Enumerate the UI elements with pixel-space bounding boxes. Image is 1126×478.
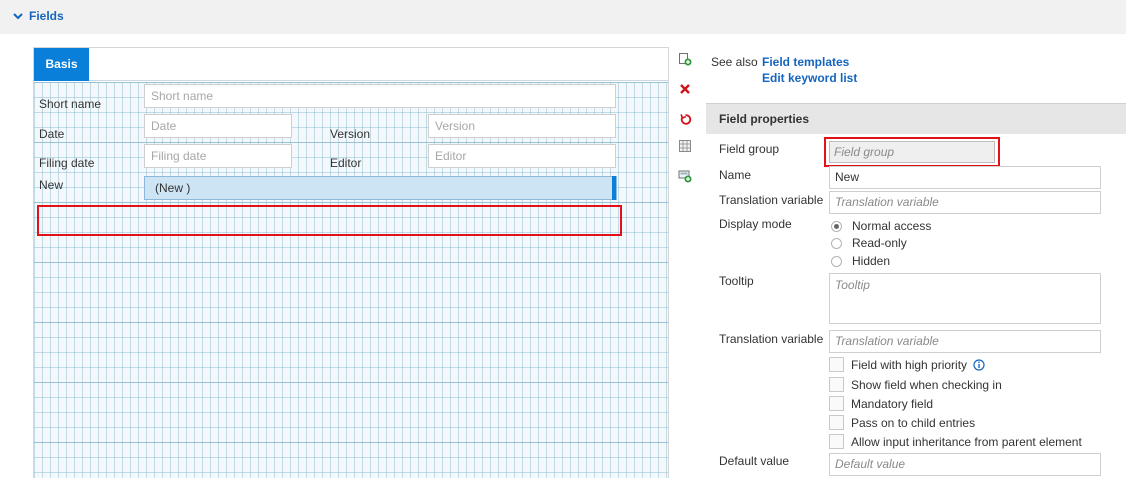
- tooltip-textarea[interactable]: Tooltip: [829, 273, 1101, 324]
- field-templates-link[interactable]: Field templates: [762, 55, 849, 69]
- info-icon[interactable]: [973, 358, 985, 371]
- new-label: New: [39, 178, 64, 192]
- editor-label: Editor: [330, 156, 362, 170]
- see-also-label: See also: [711, 55, 758, 69]
- default-value-input[interactable]: Default value: [829, 453, 1101, 476]
- version-label: Version: [330, 127, 371, 141]
- checkbox-show-when-checking-in[interactable]: Show field when checking in: [829, 376, 1002, 393]
- selection-highlight: [37, 205, 622, 236]
- checkbox-input-inheritance[interactable]: Allow input inheritance from parent elem…: [829, 433, 1082, 450]
- delete-icon: [680, 84, 690, 94]
- translation-variable-2-input[interactable]: Translation variable: [829, 330, 1101, 353]
- date-label: Date: [39, 127, 65, 141]
- form-designer: Basis Short name Short name Date Date Ve…: [33, 47, 669, 478]
- short-name-label: Short name: [39, 97, 102, 111]
- new-field-value: (New ): [155, 181, 191, 195]
- add-group-button[interactable]: [673, 164, 697, 188]
- checkbox-box: [829, 377, 844, 392]
- version-field[interactable]: Version: [428, 114, 616, 138]
- add-group-icon: [678, 170, 692, 183]
- checkbox-mandatory[interactable]: Mandatory field: [829, 395, 933, 412]
- name-input[interactable]: New: [829, 166, 1101, 189]
- radio-normal-access[interactable]: Normal access: [831, 218, 931, 234]
- short-name-field[interactable]: Short name: [144, 84, 616, 108]
- resize-handle[interactable]: [612, 176, 616, 200]
- translation-variable-label: Translation variable: [719, 193, 824, 207]
- edit-keyword-list-link[interactable]: Edit keyword list: [762, 71, 857, 85]
- add-field-button[interactable]: [673, 47, 697, 71]
- radio-normal-access-label: Normal access: [852, 219, 932, 233]
- checkbox-pass-on-children[interactable]: Pass on to child entries: [829, 414, 975, 431]
- field-properties-header: Field properties: [706, 103, 1126, 134]
- checkbox-box: [829, 396, 844, 411]
- delete-button[interactable]: [673, 77, 697, 101]
- tab-basis[interactable]: Basis: [34, 48, 89, 81]
- grid-button[interactable]: [673, 134, 697, 158]
- checkbox-mandatory-label: Mandatory field: [851, 396, 934, 411]
- undo-button[interactable]: [673, 107, 697, 131]
- section-title: Fields: [29, 9, 64, 23]
- add-field-icon: [679, 53, 692, 66]
- field-group-label: Field group: [719, 142, 780, 156]
- chevron-down-icon: [13, 13, 23, 20]
- filing-date-field[interactable]: Filing date: [144, 144, 292, 168]
- checkbox-box: [829, 415, 844, 430]
- translation-variable-2-label: Translation variable: [719, 332, 824, 346]
- editor-field[interactable]: Editor: [428, 144, 616, 168]
- tab-strip: Basis: [34, 48, 668, 81]
- name-label: Name: [719, 168, 752, 182]
- radio-icon: [831, 255, 842, 267]
- checkbox-high-priority[interactable]: Field with high priority: [829, 356, 985, 373]
- fields-section-header[interactable]: Fields: [0, 0, 1126, 34]
- new-field-selected[interactable]: (New ): [144, 176, 617, 200]
- checkbox-pass-on-children-label: Pass on to child entries: [851, 415, 976, 430]
- radio-selected-icon: [831, 220, 842, 232]
- designer-grid[interactable]: Short name Short name Date Date Version …: [34, 82, 668, 478]
- filing-date-label: Filing date: [39, 156, 95, 170]
- field-properties-title: Field properties: [719, 112, 810, 126]
- radio-hidden-label: Hidden: [852, 254, 891, 268]
- checkbox-show-when-checking-in-label: Show field when checking in: [851, 377, 1002, 392]
- radio-read-only-label: Read-only: [852, 236, 907, 250]
- checkbox-high-priority-label: Field with high priority: [851, 357, 968, 372]
- field-group-input[interactable]: Field group: [829, 141, 995, 163]
- checkbox-box: [829, 357, 844, 372]
- grid-lines: [34, 82, 668, 478]
- date-field[interactable]: Date: [144, 114, 292, 138]
- radio-read-only[interactable]: Read-only: [831, 235, 907, 251]
- radio-icon: [831, 237, 842, 249]
- display-mode-label: Display mode: [719, 217, 792, 231]
- undo-icon: [679, 113, 691, 125]
- checkbox-box: [829, 434, 844, 449]
- grid-icon: [679, 140, 691, 152]
- default-value-label: Default value: [719, 454, 790, 468]
- radio-hidden[interactable]: Hidden: [831, 253, 890, 269]
- checkbox-input-inheritance-label: Allow input inheritance from parent elem…: [851, 434, 1082, 449]
- tooltip-label: Tooltip: [719, 274, 754, 288]
- translation-variable-input[interactable]: Translation variable: [829, 191, 1101, 214]
